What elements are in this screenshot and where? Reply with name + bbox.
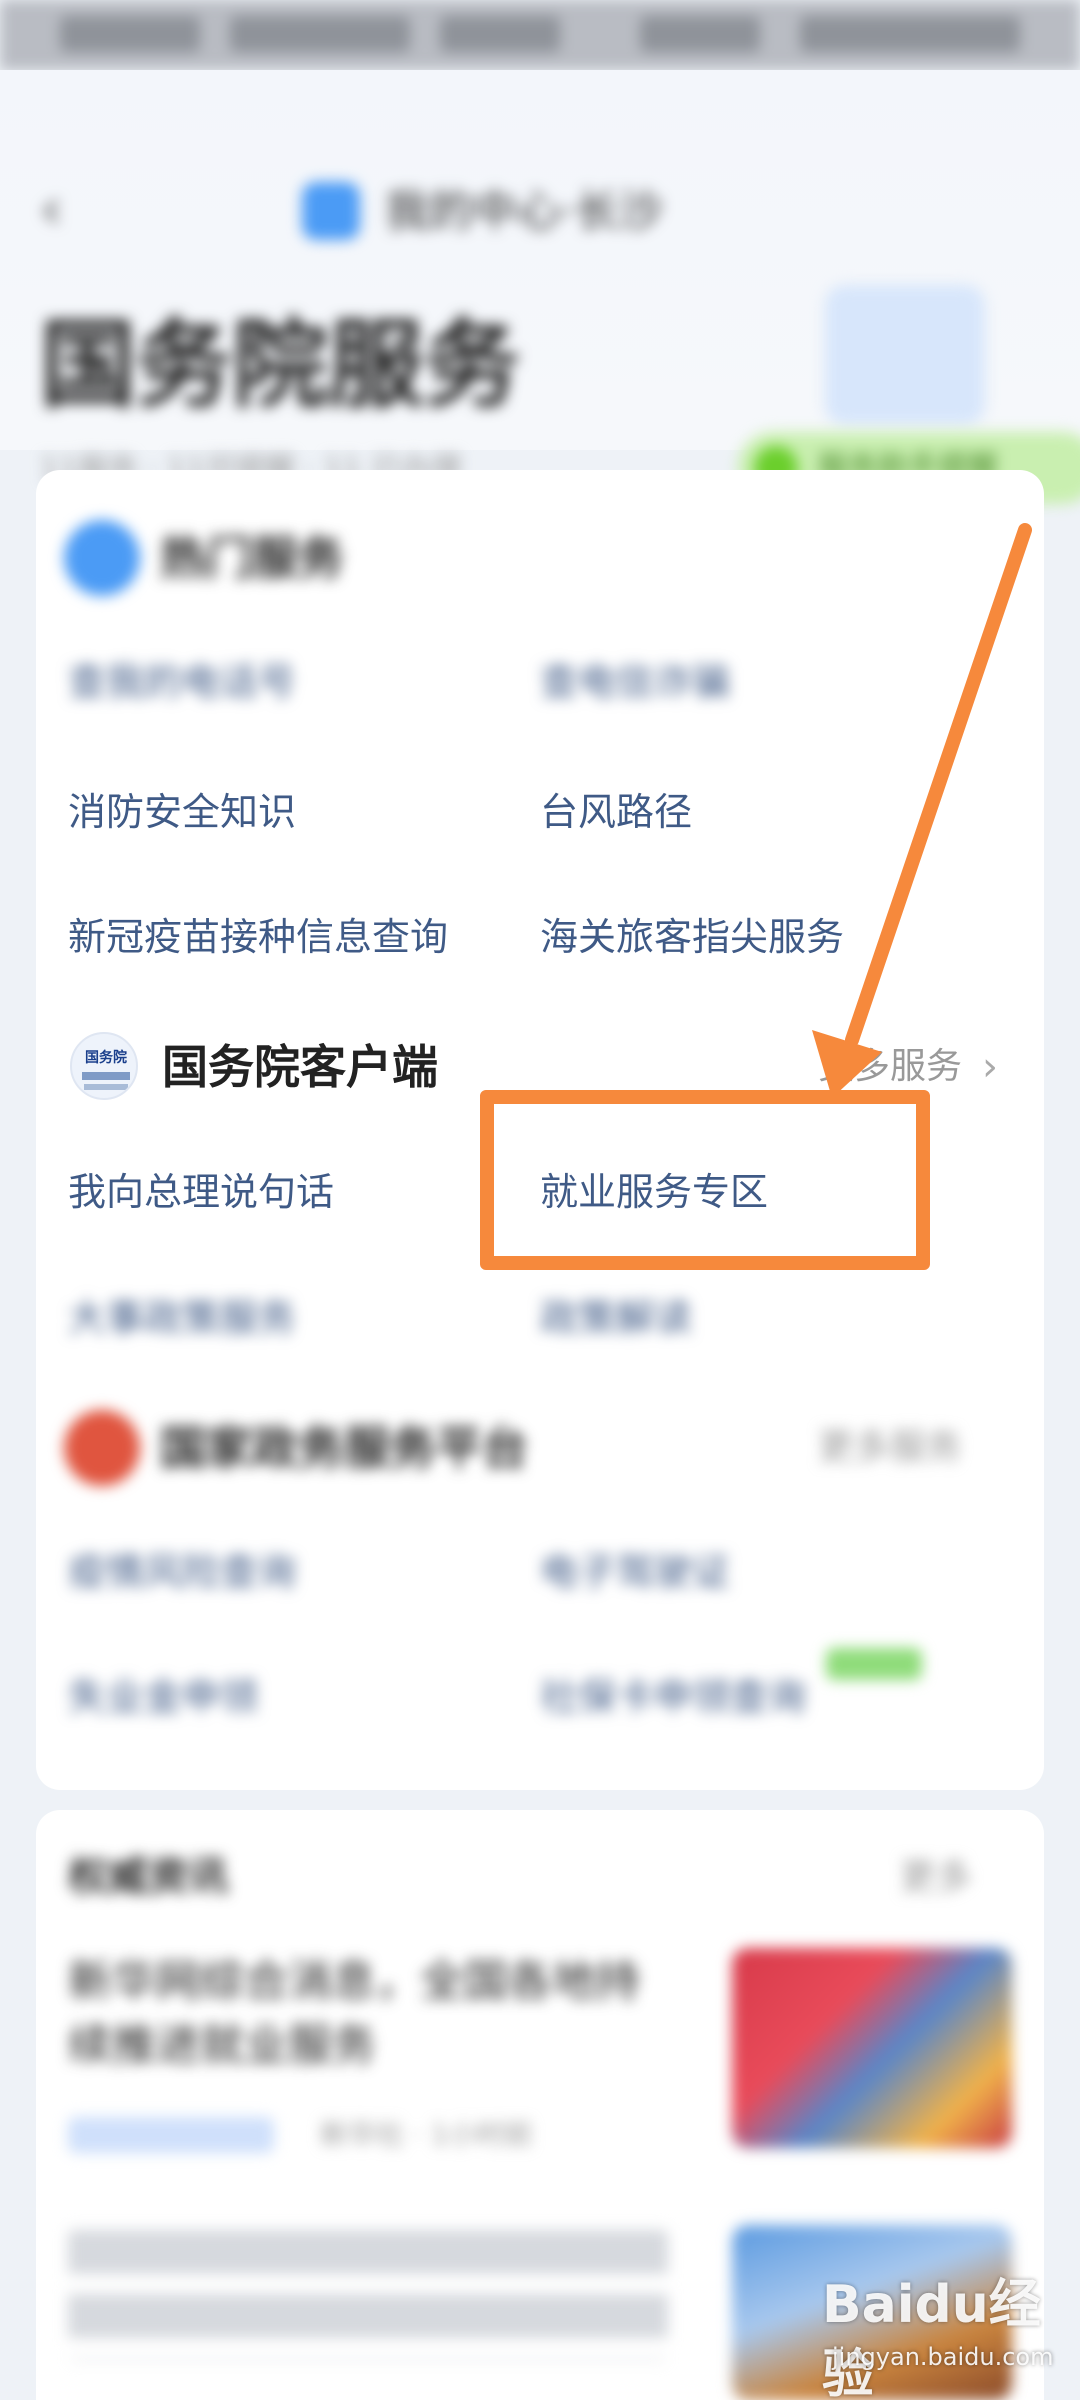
watermark-brand: Baidu经验 — [822, 2275, 1041, 2400]
watermark-url: jingyan.baidu.com — [832, 2343, 1054, 2371]
annotation-arrow-icon — [812, 523, 1032, 1098]
baidu-watermark: Baidu经验 jingyan.baidu.com — [822, 2270, 1062, 2400]
